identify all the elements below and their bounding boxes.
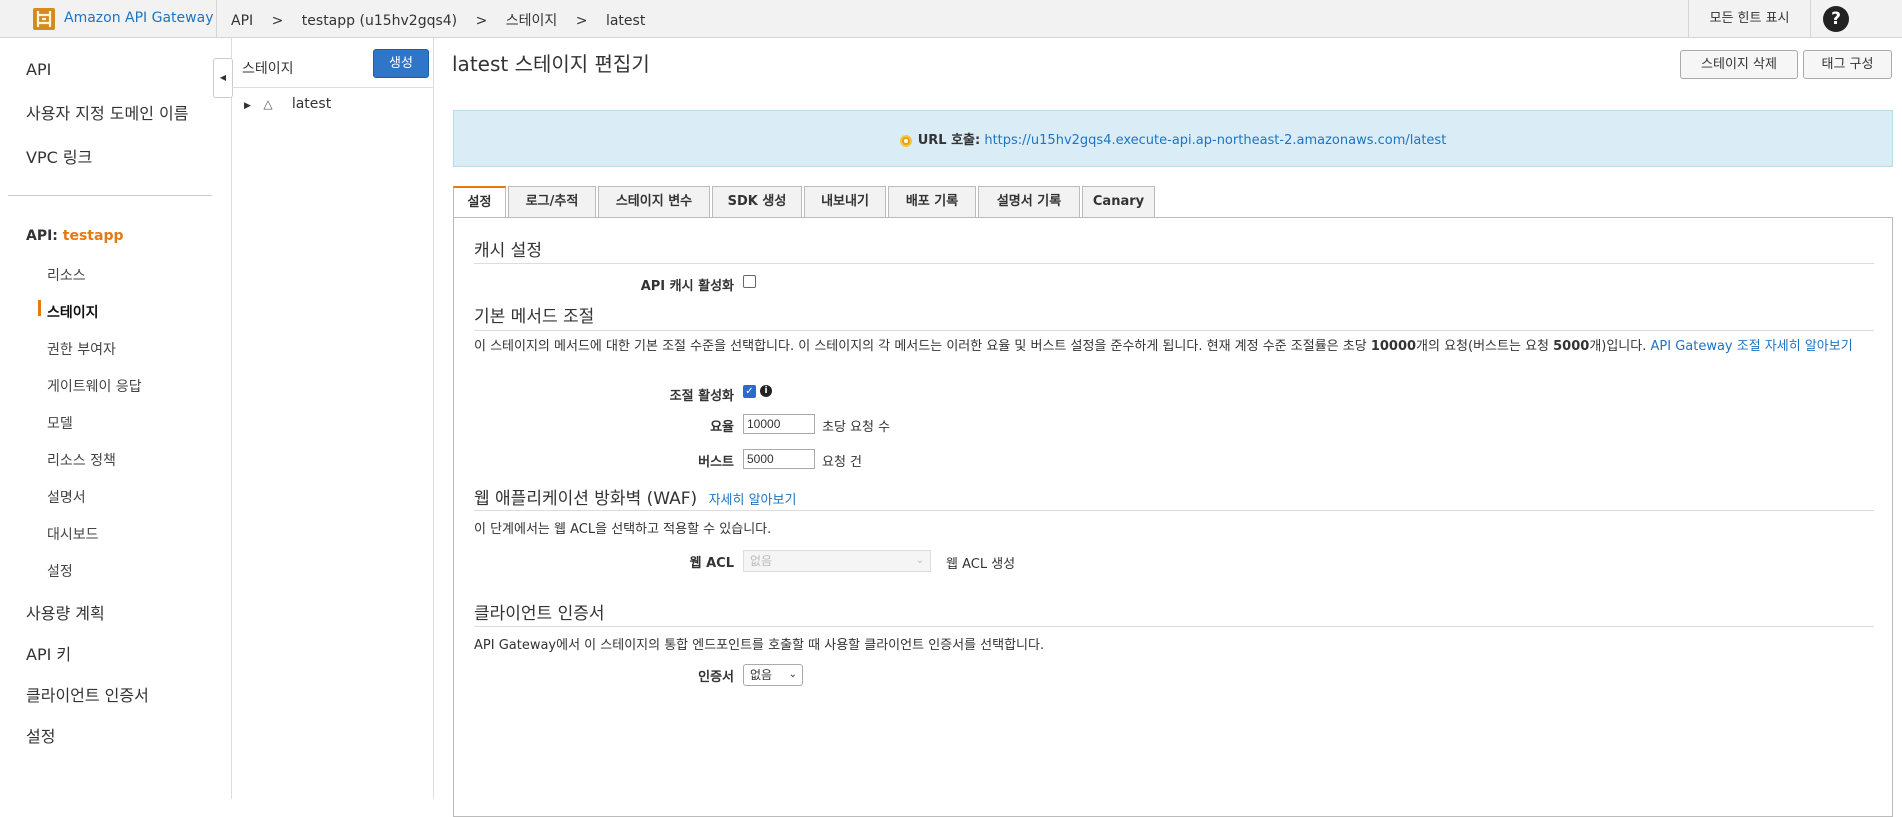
sidebar-item-api-settings[interactable]: 설정 [47,561,73,581]
section-divider [474,330,1874,331]
top-bar: Amazon API Gateway API > testapp (u15hv2… [0,0,1902,38]
breadcrumb-separator: > [271,13,284,29]
stage-icon: △ [263,97,273,111]
tab-canary[interactable]: Canary [1082,186,1155,217]
web-acl-label: 웹 ACL [689,556,734,571]
sidebar-item-vpc-links[interactable]: VPC 링크 [26,144,92,168]
cache-enable-checkbox[interactable] [743,275,756,288]
throttling-heading: 기본 메서드 조절 [474,307,595,327]
sidebar-item-settings[interactable]: 설정 [26,723,55,747]
tab-documentation-history[interactable]: 설명서 기록 [978,186,1080,217]
help-icon[interactable]: ? [1823,6,1849,32]
breadcrumb: API > testapp (u15hv2gqs4) > 스테이지 > late… [231,10,659,30]
chevron-down-icon: ⌄ [915,555,924,566]
chevron-left-icon: ◀ [219,73,227,82]
stage-tree-header: 스테이지 [242,61,294,77]
throttling-enable-checkbox[interactable]: ✓ [743,385,756,398]
burst-unit: 요청 건 [822,455,863,470]
waf-learn-more-link[interactable]: 자세히 알아보기 [709,493,797,508]
section-divider [474,263,1874,264]
stage-tree-panel: 스테이지 생성 ▶ △ latest [232,38,434,799]
sidebar-item-usage-plans[interactable]: 사용량 계획 [26,600,105,624]
tab-sdk-generation[interactable]: SDK 생성 [712,186,802,217]
section-divider [474,626,1874,627]
active-indicator [38,300,41,316]
waf-heading: 웹 애플리케이션 방화벽 (WAF) 자세히 알아보기 [474,489,797,509]
breadcrumb-separator: > [575,13,588,29]
invoke-url-link[interactable]: https://u15hv2gqs4.execute-api.ap-northe… [984,133,1446,148]
tab-settings[interactable]: 설정 [453,186,506,218]
breadcrumb-separator: > [475,13,488,29]
invoke-url-label: URL 호출: [917,133,981,148]
breadcrumb-api[interactable]: API [231,13,253,29]
cache-enable-label: API 캐시 활성화 [640,279,734,294]
caret-right-icon[interactable]: ▶ [244,101,251,111]
breadcrumb-stages[interactable]: 스테이지 [506,13,558,29]
breadcrumb-testapp[interactable]: testapp (u15hv2gqs4) [302,13,457,29]
create-stage-button[interactable]: 생성 [373,49,429,78]
client-cert-description: API Gateway에서 이 스테이지의 통합 엔드포인트를 호출할 때 사용… [474,638,1045,653]
create-web-acl-link[interactable]: 웹 ACL 생성 [946,553,1015,572]
throttling-learn-more-link[interactable]: API Gateway 조절 자세히 알아보기 [1651,339,1853,354]
sidebar-item-dashboard[interactable]: 대시보드 [47,524,99,544]
rate-label: 요율 [710,420,734,435]
tree-divider [232,87,433,88]
cache-settings-heading: 캐시 설정 [474,241,542,261]
sidebar-item-stages[interactable]: 스테이지 [47,302,99,322]
rate-input[interactable]: 10000 [743,414,815,434]
settings-panel: 캐시 설정 API 캐시 활성화 기본 메서드 조절 이 스테이지의 메서드에 … [453,217,1893,817]
api-gateway-logo-icon [33,8,55,30]
tab-stage-variables[interactable]: 스테이지 변수 [598,186,710,217]
sidebar: API 사용자 지정 도메인 이름 VPC 링크 API: testapp 리소… [0,38,232,799]
certificate-select[interactable]: 없음 ⌄ [743,664,803,686]
tab-logs-tracing[interactable]: 로그/추적 [508,186,596,217]
rate-unit: 초당 요청 수 [822,420,891,435]
throttling-description: 이 스테이지의 메서드에 대한 기본 조절 수준을 선택합니다. 이 스테이지의… [474,339,1853,354]
delete-stage-button[interactable]: 스테이지 삭제 [1680,50,1798,79]
tree-node-label[interactable]: latest [292,96,331,112]
sidebar-item-custom-domains[interactable]: 사용자 지정 도메인 이름 [26,100,188,124]
throttling-enable-label: 조절 활성화 [669,389,734,404]
main-content: latest 스테이지 편집기 스테이지 삭제 태그 구성 URL 호출: ht… [452,38,1902,817]
page-title: latest 스테이지 편집기 [452,52,650,76]
brand[interactable]: Amazon API Gateway [0,0,217,37]
api-name[interactable]: testapp [63,228,124,244]
sidebar-item-api[interactable]: API [26,60,51,79]
configure-tags-button[interactable]: 태그 구성 [1803,50,1892,79]
invoke-url-banner: URL 호출: https://u15hv2gqs4.execute-api.a… [453,110,1893,167]
section-divider [474,510,1874,511]
sidebar-item-resources[interactable]: 리소스 [47,265,86,285]
waf-description: 이 단계에서는 웹 ACL을 선택하고 적용할 수 있습니다. [474,522,772,537]
tab-export[interactable]: 내보내기 [804,186,886,217]
show-all-hints-button[interactable]: 모든 힌트 표시 [1688,0,1811,37]
info-dot-icon [899,135,912,147]
tab-deployment-history[interactable]: 배포 기록 [888,186,976,217]
sidebar-item-api-keys[interactable]: API 키 [26,641,71,665]
sidebar-api-title: API: testapp [26,228,123,244]
info-icon[interactable]: i [760,385,772,397]
breadcrumb-latest: latest [605,13,646,29]
api-prefix: API: [26,228,58,244]
tree-node-latest[interactable]: ▶ △ latest [244,96,331,112]
sidebar-item-gateway-responses[interactable]: 게이트웨이 응답 [47,376,142,396]
brand-name[interactable]: Amazon API Gateway [64,10,213,26]
sidebar-item-resource-policy[interactable]: 리소스 정책 [47,450,116,470]
sidebar-item-models[interactable]: 모델 [47,413,73,433]
burst-label: 버스트 [698,455,734,470]
sidebar-divider [8,195,212,196]
collapse-sidebar-button[interactable]: ◀ [213,58,233,98]
sidebar-item-documentation[interactable]: 설명서 [47,487,86,507]
client-cert-heading: 클라이언트 인증서 [474,604,605,624]
web-acl-select: 없음 ⌄ [743,550,931,572]
certificate-label: 인증서 [698,670,734,685]
chevron-down-icon: ⌄ [788,669,797,680]
sidebar-item-authorizers[interactable]: 권한 부여자 [47,339,116,359]
burst-input[interactable]: 5000 [743,449,815,469]
sidebar-item-client-certificates[interactable]: 클라이언트 인증서 [26,682,149,706]
